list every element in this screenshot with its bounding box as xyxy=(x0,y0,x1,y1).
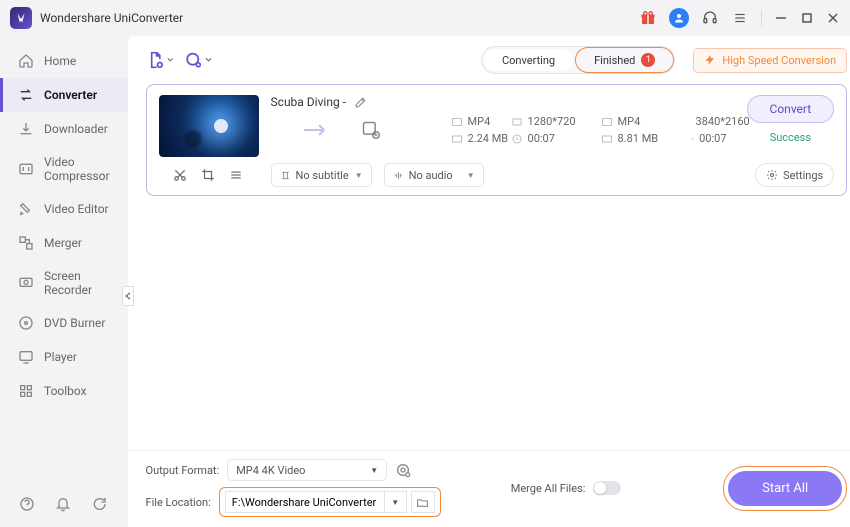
sidebar-item-label: Video Compressor xyxy=(44,155,110,183)
dst-duration: 00:07 xyxy=(691,132,727,145)
file-card: Scuba Diving - MP4 1280*720 MP4 3840*216… xyxy=(146,84,848,196)
merger-icon xyxy=(18,235,34,251)
toolbox-icon xyxy=(18,383,34,399)
tab-converting[interactable]: Converting xyxy=(484,49,573,71)
video-thumbnail[interactable] xyxy=(159,95,259,157)
sidebar-item-label: Converter xyxy=(44,88,97,102)
arrow-icon xyxy=(271,121,361,139)
src-format: MP4 xyxy=(451,115,511,128)
sidebar-item-compressor[interactable]: Video Compressor xyxy=(0,146,128,192)
feedback-icon[interactable] xyxy=(90,495,108,513)
sidebar-item-home[interactable]: Home xyxy=(0,44,128,78)
sidebar-item-merger[interactable]: Merger xyxy=(0,226,128,260)
footer: Output Format: MP4 4K Video▼ File Locati… xyxy=(128,450,850,527)
trim-icon[interactable] xyxy=(173,168,187,182)
add-file-button[interactable] xyxy=(146,46,174,74)
crop-icon[interactable] xyxy=(201,168,215,182)
download-icon xyxy=(18,121,34,137)
editor-icon xyxy=(18,201,34,217)
convert-button[interactable]: Convert xyxy=(747,95,835,123)
sidebar-item-label: Video Editor xyxy=(44,202,109,216)
sidebar-item-label: DVD Burner xyxy=(44,316,105,330)
tab-group: Converting Finished 1 xyxy=(481,46,675,74)
dst-format: MP4 xyxy=(601,115,691,128)
add-url-button[interactable] xyxy=(184,46,212,74)
preset-icon[interactable] xyxy=(395,462,411,478)
high-speed-button[interactable]: High Speed Conversion xyxy=(693,48,847,73)
sidebar-item-editor[interactable]: Video Editor xyxy=(0,192,128,226)
browse-folder-button[interactable] xyxy=(411,491,435,513)
dst-resolution: 3840*2160 xyxy=(691,115,727,128)
output-settings-icon[interactable] xyxy=(361,120,451,140)
merge-toggle[interactable] xyxy=(593,481,621,495)
converter-icon xyxy=(18,87,34,103)
finished-badge: 1 xyxy=(641,53,655,67)
location-dropdown[interactable]: ▼ xyxy=(385,491,407,513)
settings-button[interactable]: Settings xyxy=(755,163,834,187)
app-title: Wondershare UniConverter xyxy=(40,11,183,25)
location-input[interactable] xyxy=(225,491,385,513)
merge-label: Merge All Files: xyxy=(511,482,586,495)
sidebar-item-player[interactable]: Player xyxy=(0,340,128,374)
dst-size: 8.81 MB xyxy=(601,132,691,145)
sidebar-item-label: Home xyxy=(44,54,76,68)
location-highlight: ▼ xyxy=(219,487,441,517)
sidebar-item-downloader[interactable]: Downloader xyxy=(0,112,128,146)
collapse-sidebar-button[interactable] xyxy=(122,286,134,306)
sidebar-item-label: Screen Recorder xyxy=(44,269,110,297)
sidebar-item-label: Toolbox xyxy=(44,384,87,398)
output-format-label: Output Format: xyxy=(146,464,220,477)
sidebar-item-dvd[interactable]: DVD Burner xyxy=(0,306,128,340)
subtitle-select[interactable]: No subtitle ▼ xyxy=(271,163,372,187)
help-icon[interactable] xyxy=(18,495,36,513)
sidebar-item-toolbox[interactable]: Toolbox xyxy=(0,374,128,408)
start-all-highlight: Start All xyxy=(723,466,847,511)
sidebar-item-label: Player xyxy=(44,350,77,364)
bell-icon[interactable] xyxy=(54,495,72,513)
compressor-icon xyxy=(18,161,34,177)
edit-title-icon[interactable] xyxy=(354,96,367,109)
app-logo xyxy=(10,7,32,29)
dvd-icon xyxy=(18,315,34,331)
sidebar: Home Converter Downloader Video Compress… xyxy=(0,36,128,527)
minimize-button[interactable] xyxy=(774,11,788,25)
output-format-select[interactable]: MP4 4K Video▼ xyxy=(227,459,387,481)
start-all-button[interactable]: Start All xyxy=(728,471,842,506)
file-title: Scuba Diving - xyxy=(271,95,346,109)
audio-select[interactable]: No audio ▼ xyxy=(384,163,484,187)
sidebar-item-converter[interactable]: Converter xyxy=(0,78,128,112)
location-label: File Location: xyxy=(146,496,211,509)
src-duration: 00:07 xyxy=(511,132,601,145)
status-text: Success xyxy=(770,131,811,144)
src-resolution: 1280*720 xyxy=(511,115,601,128)
content-area: Converting Finished 1 High Speed Convers… xyxy=(128,36,850,527)
headset-icon[interactable] xyxy=(701,9,719,27)
sidebar-item-recorder[interactable]: Screen Recorder xyxy=(0,260,128,306)
sidebar-item-label: Downloader xyxy=(44,122,108,136)
home-icon xyxy=(18,53,34,69)
menu-icon[interactable] xyxy=(731,9,749,27)
gift-icon[interactable] xyxy=(639,9,657,27)
sidebar-item-label: Merger xyxy=(44,236,82,250)
titlebar: Wondershare UniConverter xyxy=(0,0,850,36)
close-button[interactable] xyxy=(826,11,840,25)
src-size: 2.24 MB xyxy=(451,132,511,145)
tab-finished[interactable]: Finished 1 xyxy=(575,47,674,73)
avatar[interactable] xyxy=(669,8,689,28)
maximize-button[interactable] xyxy=(800,11,814,25)
player-icon xyxy=(18,349,34,365)
more-icon[interactable] xyxy=(229,168,243,182)
recorder-icon xyxy=(18,275,34,291)
